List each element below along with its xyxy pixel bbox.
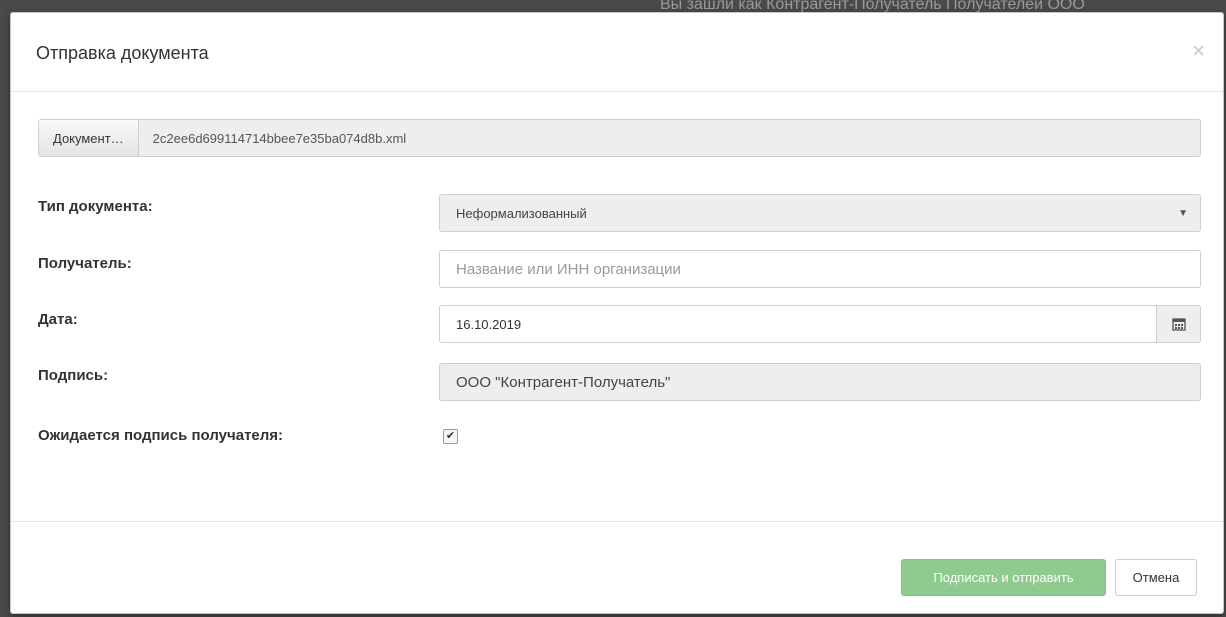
- choose-document-button[interactable]: Документ…: [39, 120, 139, 156]
- send-document-dialog: Отправка документа × Документ… 2c2ee6d69…: [10, 12, 1224, 614]
- signature-field: ООО "Контрагент-Получатель": [439, 363, 1201, 401]
- signature-value: ООО "Контрагент-Получатель": [456, 373, 671, 391]
- modal-title: Отправка документа: [36, 43, 209, 63]
- date-label: Дата:: [38, 311, 78, 328]
- file-picker: Документ… 2c2ee6d699114714bbee7e35ba074d…: [38, 119, 1201, 157]
- date-value: 16.10.2019: [456, 316, 522, 332]
- signature-label: Подпись:: [38, 367, 109, 384]
- calendar-button[interactable]: [1156, 306, 1200, 342]
- date-input[interactable]: 16.10.2019: [439, 305, 1201, 343]
- modal-footer: Подписать и отправить Отмена: [11, 521, 1223, 614]
- chevron-down-icon: ▼: [1178, 208, 1188, 219]
- doc-type-select[interactable]: Неформализованный ▼: [439, 194, 1201, 232]
- file-name: 2c2ee6d699114714bbee7e35ba074d8b.xml: [152, 130, 407, 146]
- doc-type-label: Тип документа:: [38, 198, 153, 215]
- check-icon: ✔: [445, 430, 456, 442]
- recipient-placeholder: Название или ИНН организации: [456, 260, 681, 278]
- await-signature-label: Ожидается подпись получателя:: [38, 427, 284, 444]
- await-signature-checkbox[interactable]: ✔: [443, 429, 458, 444]
- sign-and-send-button[interactable]: Подписать и отправить: [901, 559, 1106, 596]
- calendar-icon: [1171, 318, 1186, 331]
- modal-header: Отправка документа ×: [11, 13, 1223, 92]
- recipient-label: Получатель:: [38, 255, 132, 272]
- recipient-input[interactable]: Название или ИНН организации: [439, 250, 1201, 288]
- cancel-button[interactable]: Отмена: [1115, 559, 1197, 596]
- doc-type-value: Неформализованный: [456, 205, 587, 221]
- close-icon[interactable]: ×: [1192, 40, 1205, 62]
